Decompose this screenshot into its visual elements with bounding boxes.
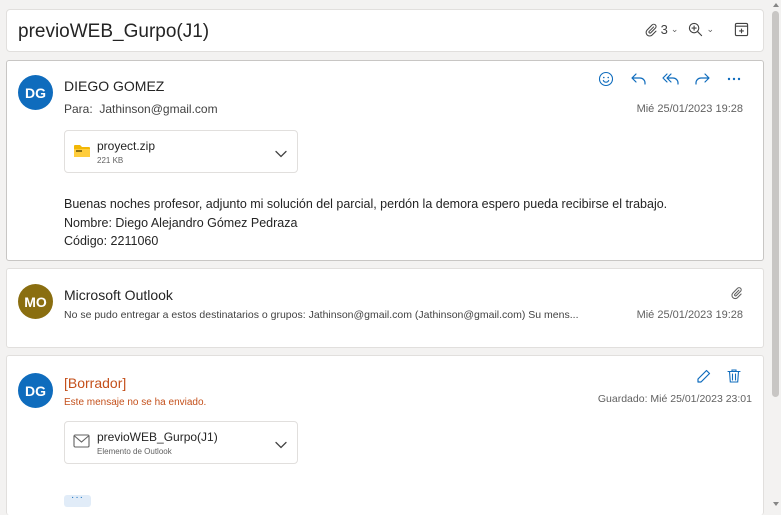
- saved-date: Guardado: Mié 25/01/2023 23:01: [597, 393, 752, 405]
- message-date: Mié 25/01/2023 19:28: [636, 309, 743, 321]
- message-card[interactable]: DG DIEGO GOMEZ Para: Jathinson@gmail.com: [6, 60, 764, 261]
- conversation-subject: previoWEB_Gurpo(J1): [18, 21, 210, 42]
- message-body: Buenas noches profesor, adjunto mi soluc…: [64, 195, 667, 251]
- forward-icon: [694, 71, 711, 92]
- zip-folder-icon: [73, 143, 91, 164]
- zoom-button[interactable]: ⌄: [688, 22, 714, 37]
- mail-item-icon: [73, 434, 90, 453]
- attachment-card[interactable]: previoWEB_Gurpo(J1) Elemento de Outlook: [64, 421, 298, 464]
- draft-card[interactable]: DG [Borrador] Este mensaje no se ha envi…: [6, 355, 764, 515]
- body-paragraph: Código: 2211060: [64, 234, 159, 248]
- smiley-icon: [598, 71, 614, 92]
- chevron-down-icon: ⌄: [706, 24, 714, 34]
- attachments-button[interactable]: 3 ⌄: [644, 22, 679, 37]
- scrollbar-thumb[interactable]: [772, 11, 779, 397]
- reading-pane: previoWEB_Gurpo(J1) 3 ⌄ ⌄ DG DIEGO GOMEZ…: [0, 0, 781, 515]
- attachment-name: proyect.zip: [97, 139, 156, 153]
- avatar[interactable]: DG: [18, 75, 53, 110]
- message-card[interactable]: MO Microsoft Outlook No se pudo entregar…: [6, 268, 764, 348]
- show-more-button[interactable]: ···: [64, 493, 91, 507]
- avatar[interactable]: MO: [18, 284, 53, 319]
- open-in-new-window-button[interactable]: [734, 22, 749, 37]
- to-label: Para:: [64, 102, 93, 116]
- draft-notice: Este mensaje no se ha enviado.: [64, 397, 207, 408]
- edit-button[interactable]: [695, 369, 713, 387]
- message-preview: No se pudo entregar a estos destinatario…: [64, 309, 579, 321]
- message-date: Mié 25/01/2023 19:28: [636, 103, 743, 115]
- delete-icon: [727, 368, 741, 389]
- conversation-header: previoWEB_Gurpo(J1) 3 ⌄ ⌄: [6, 9, 764, 52]
- more-actions-button[interactable]: [725, 72, 743, 90]
- attachment-name: previoWEB_Gurpo(J1): [97, 430, 218, 444]
- edit-icon: [696, 368, 712, 389]
- scroll-down-arrow[interactable]: [773, 502, 779, 506]
- more-icon: [726, 71, 742, 92]
- message-actions: [597, 71, 743, 92]
- scroll-up-arrow[interactable]: [773, 3, 779, 7]
- recipient[interactable]: Jathinson@gmail.com: [99, 102, 217, 116]
- reply-all-icon: [661, 71, 679, 92]
- body-paragraph: Buenas noches profesor, adjunto mi soluc…: [64, 197, 668, 211]
- reply-icon: [630, 71, 647, 92]
- scrollbar[interactable]: [771, 0, 781, 510]
- paperclip-icon: [730, 286, 743, 305]
- draft-label: [Borrador]: [64, 375, 127, 391]
- recipients-line: Para: Jathinson@gmail.com: [64, 102, 218, 116]
- zoom-icon: [688, 22, 703, 37]
- attachment-size: 221 KB: [97, 156, 124, 165]
- draft-actions: [695, 368, 743, 389]
- attachment-type: Elemento de Outlook: [97, 447, 172, 456]
- paperclip-icon: [644, 23, 658, 37]
- sender-name[interactable]: Microsoft Outlook: [64, 287, 173, 303]
- reply-button[interactable]: [629, 72, 647, 90]
- avatar[interactable]: DG: [18, 373, 53, 408]
- body-paragraph: Nombre: Diego Alejandro Gómez Pedraza: [64, 215, 298, 230]
- header-toolbar: 3 ⌄ ⌄: [644, 22, 749, 37]
- chevron-down-icon[interactable]: [275, 436, 287, 454]
- forward-button[interactable]: [693, 72, 711, 90]
- attachment-count: 3: [660, 22, 668, 37]
- delete-button[interactable]: [725, 368, 743, 389]
- open-window-icon: [734, 22, 749, 37]
- reply-all-button[interactable]: [661, 72, 679, 90]
- reaction-button[interactable]: [597, 71, 615, 92]
- chevron-down-icon[interactable]: [275, 145, 287, 163]
- chevron-down-icon: ⌄: [670, 24, 679, 34]
- sender-name[interactable]: DIEGO GOMEZ: [64, 78, 164, 94]
- attachment-card[interactable]: proyect.zip 221 KB: [64, 130, 298, 173]
